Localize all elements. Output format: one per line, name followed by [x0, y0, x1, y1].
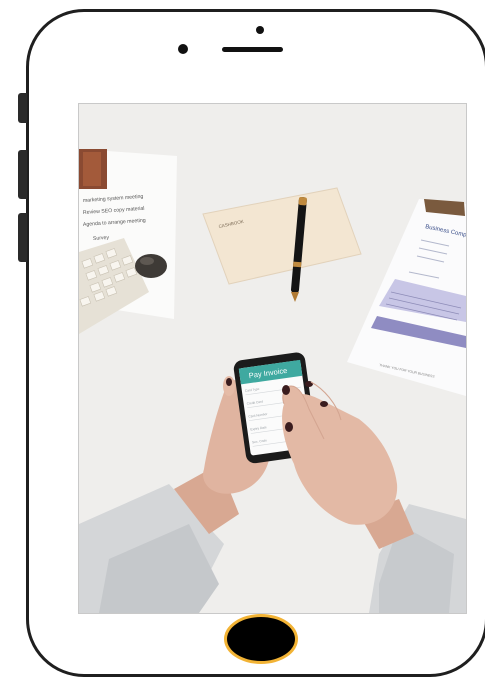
home-button[interactable] — [224, 614, 298, 664]
phone-screen: marketing system meeting Review SEO copy… — [78, 103, 467, 614]
earpiece-speaker — [222, 47, 283, 52]
mute-switch — [18, 93, 27, 123]
volume-down-button — [18, 213, 27, 262]
notebook-line: Survey — [93, 235, 110, 242]
stone — [135, 254, 167, 278]
front-camera-icon — [178, 44, 188, 54]
volume-up-button — [18, 150, 27, 199]
desk-photo: marketing system meeting Review SEO copy… — [79, 104, 466, 613]
proximity-sensor — [256, 26, 264, 34]
